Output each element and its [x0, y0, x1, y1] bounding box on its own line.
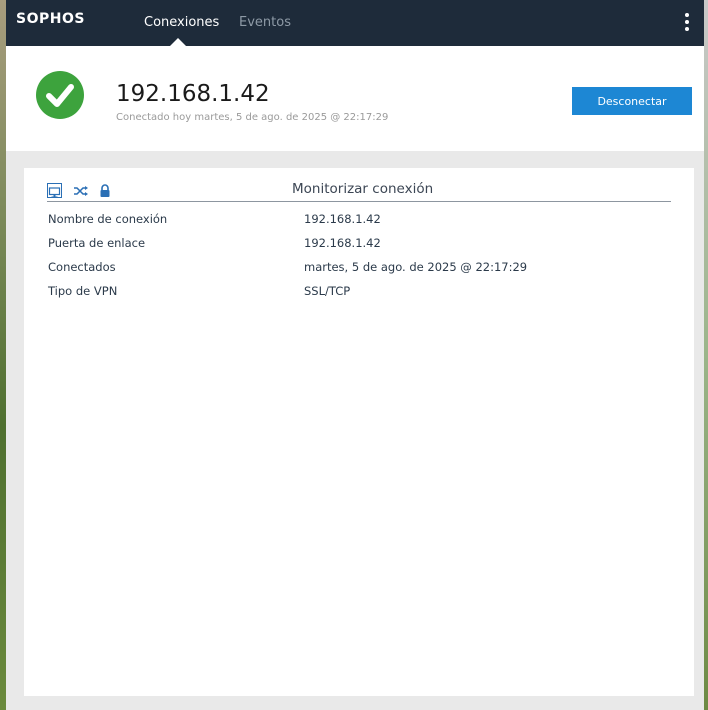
panel-divider: [47, 201, 671, 202]
desktop-background-right: [704, 0, 708, 710]
label-connection-name: Nombre de conexión: [48, 212, 168, 226]
value-connection-name: 192.168.1.42: [304, 212, 381, 226]
check-icon: [36, 71, 84, 119]
value-gateway: 192.168.1.42: [304, 236, 381, 250]
value-vpn-type: SSL/TCP: [304, 284, 351, 298]
panel-title: Monitorizar conexión: [292, 181, 434, 197]
active-tab-indicator: [170, 38, 186, 46]
monitor-icon[interactable]: [47, 183, 62, 198]
top-navigation-bar: SOPHOS Conexiones Eventos: [6, 0, 704, 46]
more-options-icon[interactable]: [682, 13, 692, 33]
connection-status-text: Conectado hoy martes, 5 de ago. de 2025 …: [116, 112, 389, 123]
connection-name: 192.168.1.42: [116, 81, 270, 107]
label-connected: Conectados: [48, 260, 116, 274]
label-gateway: Puerta de enlace: [48, 236, 146, 250]
brand-logo: SOPHOS: [16, 11, 85, 27]
label-vpn-type: Tipo de VPN: [48, 284, 118, 298]
connection-header: 192.168.1.42 Conectado hoy martes, 5 de …: [6, 46, 704, 151]
lock-icon[interactable]: [97, 183, 113, 199]
tab-eventos[interactable]: Eventos: [239, 15, 291, 30]
disconnect-button[interactable]: Desconectar: [572, 87, 692, 115]
monitor-panel: Monitorizar conexión Nombre de conexión …: [24, 168, 694, 696]
shuffle-icon[interactable]: [73, 183, 89, 199]
tab-conexiones[interactable]: Conexiones: [144, 15, 219, 30]
value-connected: martes, 5 de ago. de 2025 @ 22:17:29: [304, 260, 528, 274]
app-window: SOPHOS Conexiones Eventos 192.168.1.42 C…: [6, 0, 704, 710]
